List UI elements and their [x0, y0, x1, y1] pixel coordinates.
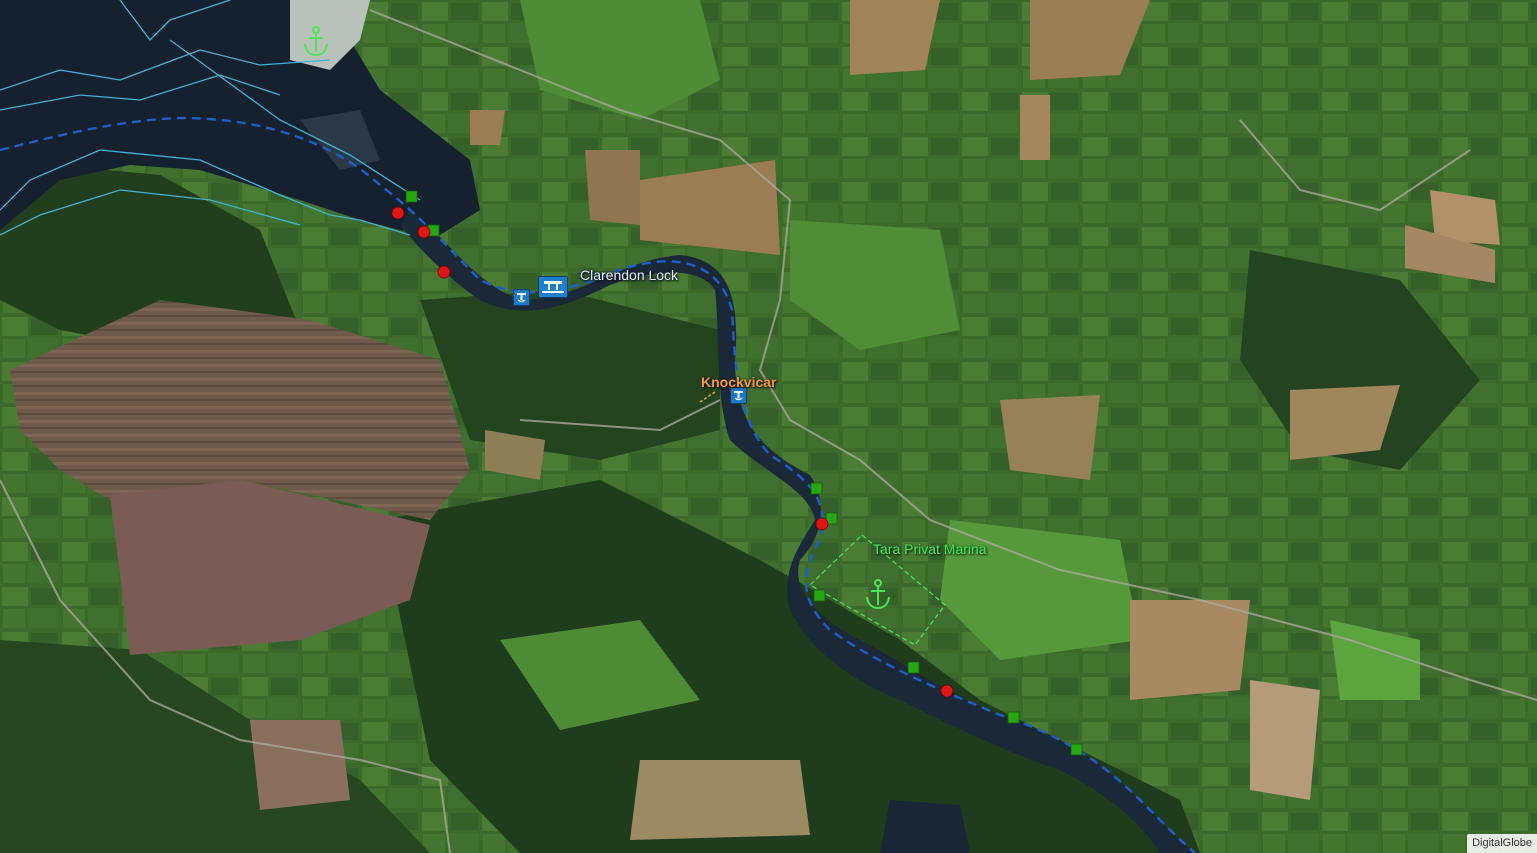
map-attribution[interactable]: DigitalGlobe	[1467, 834, 1537, 853]
lake-water	[880, 800, 970, 853]
harvested-field	[470, 110, 505, 145]
clearfell-area	[250, 720, 350, 810]
harvested-field	[1130, 600, 1250, 700]
village-label[interactable]: Knockvicar	[701, 374, 776, 390]
satellite-basemap	[0, 0, 1537, 853]
lock-label[interactable]: Clarendon Lock	[580, 267, 678, 283]
red-channel-marker[interactable]	[437, 265, 451, 279]
marina-label[interactable]: Tara Privat Marina	[873, 541, 987, 557]
harvested-field	[1000, 395, 1100, 480]
green-channel-marker[interactable]	[1007, 711, 1020, 724]
red-channel-marker[interactable]	[815, 517, 829, 531]
mooring-glyph	[734, 391, 743, 401]
mooring-glyph	[517, 293, 526, 303]
green-channel-marker[interactable]	[907, 661, 920, 674]
red-channel-marker[interactable]	[391, 206, 405, 220]
green-channel-marker[interactable]	[1070, 743, 1083, 756]
map-view[interactable]: Clarendon Lock Knockvicar Tara Privat Ma…	[0, 0, 1537, 853]
mooring-icon[interactable]	[513, 289, 530, 306]
green-channel-marker[interactable]	[813, 589, 826, 602]
green-channel-marker[interactable]	[405, 190, 418, 203]
green-channel-marker[interactable]	[810, 482, 823, 495]
harvested-field	[585, 150, 640, 225]
lock-glyph	[542, 281, 564, 293]
red-channel-marker[interactable]	[417, 225, 431, 239]
harvested-field	[1020, 95, 1050, 160]
harvested-field	[630, 760, 810, 840]
lock-gate-icon[interactable]	[538, 276, 568, 298]
red-channel-marker[interactable]	[940, 684, 954, 698]
harvested-field	[1250, 680, 1320, 800]
